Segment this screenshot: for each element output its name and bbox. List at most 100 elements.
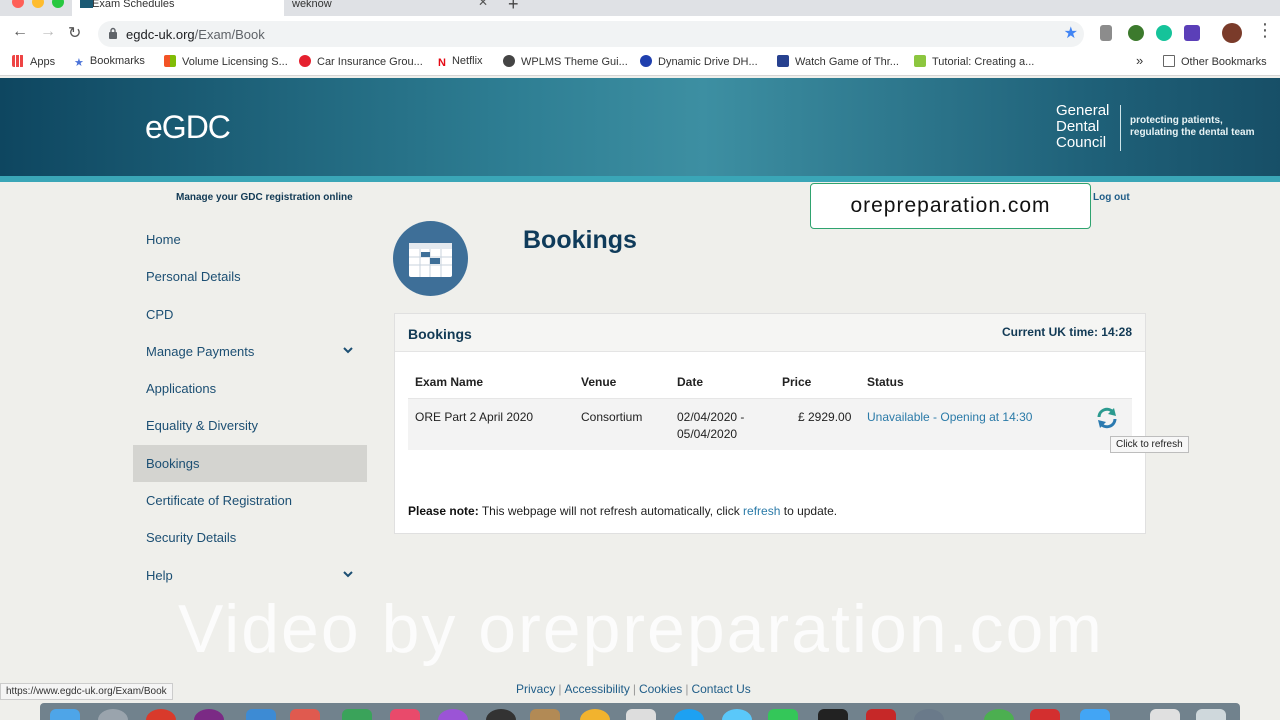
sidebar-item-home[interactable]: Home [133,221,367,258]
finder-icon[interactable] [50,709,80,720]
manage-registration-text: Manage your GDC registration online [176,192,353,203]
chevron-down-icon[interactable] [343,345,353,355]
document-icon[interactable] [1150,709,1180,720]
bookmark-tutorial[interactable]: Tutorial: Creating a... [914,55,1034,68]
music-icon[interactable] [390,709,420,720]
tab-exam-schedules[interactable]: Exam Schedules [72,0,284,16]
column-header-exam-name: Exam Name [415,375,484,389]
tab-title: weknow [292,0,332,10]
footer-link-contact-us[interactable]: Contact Us [691,682,750,696]
sidebar-nav: Home Personal Details CPD Manage Payment… [133,221,367,594]
bookmark-volume-licensing[interactable]: Volume Licensing S... [164,55,288,68]
browser-tab-bar: Exam Schedules weknow ✕ + [0,0,1280,16]
tab-title: Exam Schedules [92,0,175,10]
contacts-icon[interactable] [626,709,656,720]
folder-icon [1163,55,1175,67]
globe-icon [503,55,515,67]
refresh-icon[interactable] [1095,406,1119,430]
app-icon[interactable] [486,709,516,720]
new-tab-icon[interactable]: + [508,0,519,15]
sidebar-item-security-details[interactable]: Security Details [133,519,367,556]
sidebar-item-bookings[interactable]: Bookings [133,444,367,483]
bookmarks-bar: Apps ★ Bookmarks Volume Licensing S... Ca… [0,50,1280,76]
activity-icon[interactable] [818,709,848,720]
reload-icon[interactable]: ↻ [68,23,81,43]
macos-dock [40,703,1240,720]
forward-arrow-icon[interactable]: → [40,23,56,41]
sidebar-item-equality-diversity[interactable]: Equality & Diversity [133,407,367,444]
chevron-down-icon[interactable] [343,569,353,579]
mail-icon[interactable] [246,709,276,720]
windows-icon [164,55,176,67]
maximize-window-icon[interactable] [52,0,64,8]
more-bookmarks-chevron-icon[interactable]: » [1136,53,1143,68]
back-arrow-icon[interactable]: ← [12,23,28,41]
calendar-icon[interactable] [290,709,320,720]
column-header-venue: Venue [581,375,617,389]
egdc-logo[interactable]: eGDC [145,109,231,146]
sidebar-item-manage-payments[interactable]: Manage Payments [133,333,367,370]
huawei-icon [299,55,311,67]
refresh-tooltip: Click to refresh [1110,436,1189,453]
bookmark-apps[interactable]: Apps [12,55,55,68]
extension-bug-icon[interactable] [1100,25,1112,41]
photos-icon[interactable] [580,709,610,720]
bookings-panel: Bookings Current UK time: 14:28 Exam Nam… [394,313,1189,534]
podcasts-icon[interactable] [438,709,468,720]
current-uk-time: Current UK time: 14:28 [1001,325,1132,339]
app-blue-icon[interactable] [1080,709,1110,720]
grammarly-icon[interactable] [1156,25,1172,41]
sidebar-item-help[interactable]: Help [133,557,367,594]
header-divider [1120,105,1121,151]
sidebar-item-certificate[interactable]: Certificate of Registration [133,482,367,519]
launchpad-icon[interactable] [98,709,128,720]
footer-link-cookies[interactable]: Cookies [639,682,682,696]
messages-icon[interactable] [768,709,798,720]
numbers-icon[interactable] [342,709,372,720]
siri-icon[interactable] [194,709,224,720]
status-cell[interactable]: Unavailable - Opening at 14:30 [867,409,1032,426]
bookmark-netflix[interactable]: N Netflix [438,55,483,69]
close-window-icon[interactable] [12,0,24,8]
settings-icon[interactable] [914,709,944,720]
refresh-link[interactable]: refresh [743,504,780,518]
bookmark-star-icon[interactable]: ★ [1064,23,1078,43]
app-red-icon[interactable] [866,709,896,720]
logout-link[interactable]: Log out [1093,192,1130,203]
chrome-icon[interactable] [146,709,176,720]
tab-weknow[interactable]: weknow ✕ [284,0,494,16]
cube-icon [914,55,926,67]
date-cell: 02/04/2020 -05/04/2020 [677,410,745,441]
twitter-icon[interactable] [674,709,704,720]
sidebar-item-personal-details[interactable]: Personal Details [133,258,367,295]
price-cell: £ 2929.00 [798,410,852,424]
star-icon: ★ [74,57,84,69]
extension-cube-icon[interactable] [1184,25,1200,41]
bookmark-bookmarks[interactable]: ★ Bookmarks [74,55,145,69]
safari-icon[interactable] [722,709,752,720]
app-green-icon[interactable] [984,709,1014,720]
extension-tree-icon[interactable] [1128,25,1144,41]
bookmark-car-insurance[interactable]: Car Insurance Grou... [299,55,423,68]
footer-link-privacy[interactable]: Privacy [516,682,555,696]
sidebar-item-cpd[interactable]: CPD [133,296,367,333]
refresh-note: Please note: This webpage will not refre… [408,504,838,518]
page-title: Bookings [523,226,637,254]
minimize-window-icon[interactable] [32,0,44,8]
footer-link-accessibility[interactable]: Accessibility [564,682,629,696]
sidebar-item-label: Manage Payments [146,343,255,359]
other-bookmarks[interactable]: Other Bookmarks [1163,55,1267,68]
gdc-favicon-icon [80,0,93,8]
url-input[interactable]: egdc-uk.org/Exam/Book ★ [98,21,1084,47]
bookmark-dynamic-drive[interactable]: Dynamic Drive DH... [640,55,758,68]
profile-avatar[interactable] [1222,23,1242,43]
notes-icon[interactable] [530,709,560,720]
app-red2-icon[interactable] [1030,709,1060,720]
bookmark-game-of-thrones[interactable]: Watch Game of Thr... [777,55,899,68]
menu-kebab-icon[interactable]: ⋮ [1256,20,1274,41]
trash-icon[interactable] [1196,709,1226,720]
close-tab-icon[interactable]: ✕ [478,0,488,8]
bookmark-wplms[interactable]: WPLMS Theme Gui... [503,55,628,68]
sidebar-item-applications[interactable]: Applications [133,370,367,407]
lock-icon [109,27,117,39]
